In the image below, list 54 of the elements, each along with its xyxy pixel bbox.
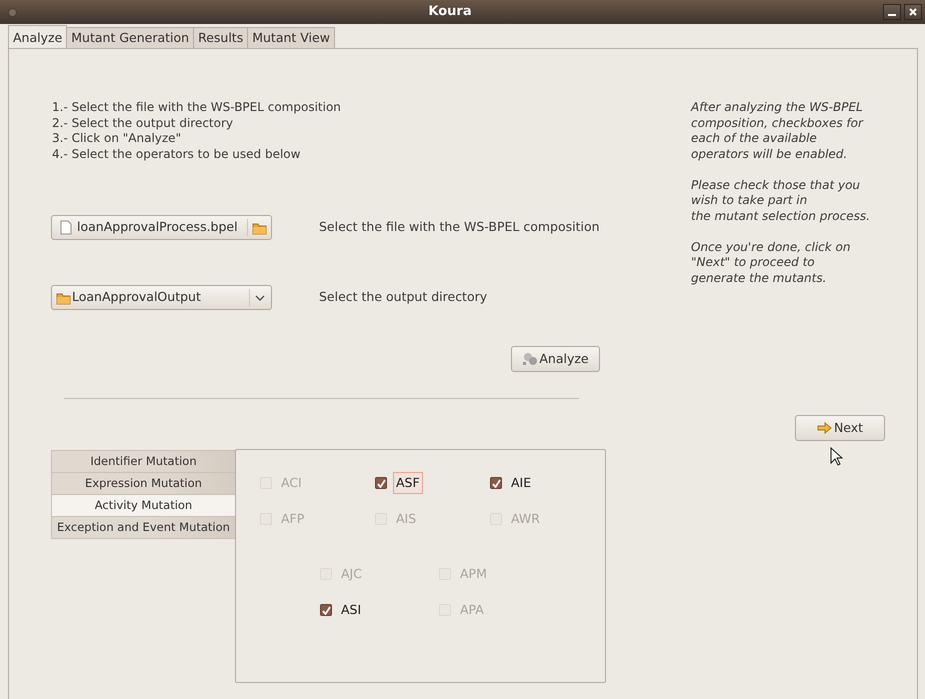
checkbox-label: AJC [340, 564, 363, 583]
help-text: wish to take part in [691, 193, 808, 208]
file-chooser-button[interactable]: loanApprovalProcess.bpel [51, 215, 272, 240]
instruction-text: 4.- Select the operators to be used below [52, 146, 302, 162]
file-icon [60, 220, 72, 235]
checkbox-label: AIE [510, 474, 532, 492]
checkbox-label: AFP [280, 510, 306, 528]
operator-category-tab[interactable]: Expression Mutation [51, 472, 236, 495]
help-text: generate the mutants. [691, 270, 828, 286]
instruction-text: 3.- Click on "Analyze" [52, 131, 182, 146]
checkbox[interactable] [320, 604, 332, 616]
chevron-down-icon [255, 294, 265, 300]
help-text: each of the available [691, 131, 818, 146]
operator-category-tab[interactable]: Identifier Mutation [51, 450, 236, 473]
help-text: composition, checkboxes for [691, 116, 864, 131]
close-button[interactable] [904, 4, 922, 20]
gears-icon [522, 352, 538, 366]
checkbox-label: ASF [393, 472, 423, 494]
checkmark-icon [376, 478, 386, 488]
checkbox[interactable] [490, 477, 502, 489]
mouse-pointer-icon [830, 447, 843, 466]
instruction-text: 2.- Select the output directory [52, 116, 234, 131]
close-icon [909, 8, 917, 16]
checkbox-label: AIS [395, 510, 418, 528]
next-button[interactable]: Next [795, 415, 885, 441]
help-text: operators will be enabled. [691, 146, 848, 162]
checkmark-icon [492, 478, 500, 488]
file-chooser-label: Select the file with the WS-BPEL composition [319, 218, 600, 236]
operator-category-tab[interactable]: Activity Mutation [51, 494, 236, 517]
help-text: Please check those that you [691, 178, 862, 193]
arrow-right-icon [816, 422, 832, 434]
checkbox-label: ASI [340, 600, 362, 619]
tab[interactable]: Mutant Generation [66, 27, 194, 48]
checkbox-label: ACI [280, 474, 303, 492]
minimize-button[interactable] [883, 4, 901, 20]
help-text: the mutant selection process. [691, 208, 871, 224]
instruction-text: 1.- Select the file with the WS-BPEL composition [52, 100, 342, 116]
tab[interactable]: Mutant View [247, 27, 335, 48]
checkmark-icon [322, 606, 330, 614]
operator-category-tab[interactable]: Exception and Event Mutation [51, 516, 236, 539]
checkbox-label: APA [459, 600, 485, 619]
tab[interactable]: Analyze [8, 25, 68, 48]
window-title: Koura [427, 3, 473, 22]
checkbox[interactable] [375, 477, 387, 489]
checkbox-label: APM [459, 564, 488, 583]
directory-chooser-label: Select the output directory [319, 288, 488, 306]
directory-dropdown[interactable]: LoanApprovalOutput [51, 285, 272, 310]
checkbox-label: AWR [510, 510, 541, 528]
analyze-button[interactable]: Analyze [511, 346, 600, 372]
tab[interactable]: Results [193, 27, 248, 48]
help-text: Once you're done, click on [691, 240, 852, 255]
window-menu-icon[interactable] [8, 8, 17, 16]
help-text: "Next" to proceed to [691, 255, 816, 270]
help-text: After analyzing the WS-BPEL [691, 100, 864, 116]
